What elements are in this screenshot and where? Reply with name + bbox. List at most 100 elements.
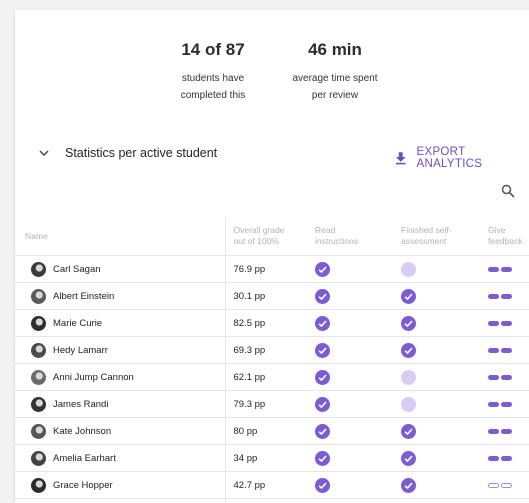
cell-name: James Randi — [15, 390, 225, 418]
export-analytics-label: EXPORT ANALYTICS — [416, 146, 483, 170]
cell-feedback — [488, 444, 529, 472]
checkmark-icon — [318, 373, 327, 381]
search-icon[interactable] — [501, 184, 515, 198]
stat-completed: 14 of 87 students have completed this — [153, 40, 273, 104]
student-name[interactable]: Carl Sagan — [53, 264, 101, 275]
table-row[interactable]: Carl Sagan 76.9 pp — [15, 255, 529, 283]
avatar — [31, 288, 46, 304]
cell-grade: 62.1 pp — [224, 363, 315, 391]
checkmark-icon — [404, 427, 413, 435]
cell-feedback — [488, 282, 529, 310]
cell-name: Marie Curie — [15, 309, 225, 337]
header-read-line2: instructions — [315, 236, 358, 246]
header-grade[interactable]: Overall grade out of 100% — [224, 217, 315, 256]
checkmark-icon — [318, 454, 327, 462]
section-toggle[interactable]: Statistics per active student — [37, 146, 217, 160]
stat-avg-time-line1: average time spent — [292, 73, 378, 84]
cell-self-assessment — [401, 309, 488, 337]
self-assessment-complete-icon — [401, 477, 416, 493]
self-assessment-complete-icon — [401, 450, 416, 466]
read-complete-icon — [315, 288, 330, 304]
table-row[interactable]: James Randi 79.3 pp — [15, 390, 529, 418]
cell-name: Anni Jump Cannon — [15, 363, 225, 391]
stat-completed-line1: students have — [181, 73, 245, 84]
header-name[interactable]: Name — [15, 217, 225, 256]
table-row[interactable]: Neil DeGrasse Tyson14 pp — [15, 498, 529, 503]
export-analytics-button[interactable]: EXPORT ANALYTICS — [395, 146, 529, 170]
cell-feedback — [488, 309, 529, 337]
table-row[interactable]: Hedy Lamarr 69.3 pp — [15, 336, 529, 364]
feedback-progress-icon — [488, 428, 529, 434]
feedback-progress-icon — [488, 455, 529, 461]
cell-self-assessment — [401, 363, 488, 391]
feedback-progress-icon — [488, 374, 529, 380]
student-name[interactable]: Anni Jump Cannon — [53, 372, 134, 383]
avatar — [31, 369, 46, 385]
checkmark-icon — [318, 265, 327, 273]
cell-self-assessment — [401, 444, 488, 472]
self-assessment-complete-icon — [401, 315, 416, 331]
checkmark-icon — [318, 292, 327, 300]
cell-read — [315, 255, 401, 283]
cell-self-assessment — [401, 282, 488, 310]
checkmark-icon — [404, 346, 413, 354]
header-give[interactable]: Give feedback — [488, 217, 529, 256]
read-complete-icon — [315, 369, 330, 385]
feedback-progress-icon — [488, 347, 529, 353]
student-name[interactable]: Marie Curie — [53, 318, 102, 329]
cell-read — [315, 309, 401, 337]
student-name[interactable]: James Randi — [53, 399, 108, 410]
cell-feedback — [488, 336, 529, 364]
student-name[interactable]: Amelia Earhart — [53, 453, 116, 464]
cell-grade: 79.3 pp — [224, 390, 315, 418]
cell-self-assessment — [401, 498, 488, 503]
cell-self-assessment — [401, 471, 488, 499]
checkmark-icon — [318, 400, 327, 408]
cell-grade: 34 pp — [224, 444, 315, 472]
stat-completed-label: students have completed this — [153, 70, 273, 104]
feedback-progress-icon — [488, 293, 529, 299]
table-row[interactable]: Marie Curie 82.5 pp — [15, 309, 529, 337]
checkmark-icon — [404, 481, 413, 489]
read-complete-icon — [315, 261, 330, 277]
cell-name: Neil DeGrasse Tyson — [15, 498, 225, 503]
student-name[interactable]: Grace Hopper — [53, 480, 113, 491]
avatar — [31, 423, 46, 439]
read-complete-icon — [315, 315, 330, 331]
cell-grade: 69.3 pp — [224, 336, 315, 364]
cell-grade: 30.1 pp — [224, 282, 315, 310]
cell-feedback — [488, 498, 529, 503]
cell-name: Albert Einstein — [15, 282, 225, 310]
table-row[interactable]: Kate Johnson 80 pp — [15, 417, 529, 445]
student-name[interactable]: Hedy Lamarr — [53, 345, 108, 356]
header-read[interactable]: Read instructions — [315, 217, 401, 256]
self-assessment-pending-icon — [401, 261, 416, 277]
student-name[interactable]: Albert Einstein — [53, 291, 114, 302]
cell-read — [315, 336, 401, 364]
self-assessment-pending-icon — [401, 369, 416, 385]
cell-grade: 42.7 pp — [224, 471, 315, 499]
cell-name: Carl Sagan — [15, 255, 225, 283]
header-self-line1: Finished self- — [401, 225, 452, 235]
stat-completed-line2: completed this — [180, 90, 246, 101]
checkmark-icon — [404, 319, 413, 327]
read-complete-icon — [315, 396, 330, 412]
section-title: Statistics per active student — [65, 146, 218, 160]
cell-read — [315, 282, 401, 310]
stat-avg-time: 46 min average time spent per review — [275, 40, 395, 104]
avatar — [31, 315, 46, 331]
self-assessment-complete-icon — [401, 342, 416, 358]
header-self[interactable]: Finished self-assessment — [401, 217, 488, 256]
student-name[interactable]: Kate Johnson — [53, 426, 111, 437]
stat-avg-time-value: 46 min — [308, 40, 362, 59]
table-row[interactable]: Anni Jump Cannon 62.1 pp — [15, 363, 529, 391]
table-row[interactable]: Amelia Earhart 34 pp — [15, 444, 529, 472]
table-row[interactable]: Albert Einstein 30.1 pp — [15, 282, 529, 310]
header-grade-line1: Overall grade — [233, 225, 285, 235]
cell-grade: 14 pp — [224, 498, 315, 503]
self-assessment-complete-icon — [401, 288, 416, 304]
cell-grade: 80 pp — [224, 417, 315, 445]
table-row[interactable]: Grace Hopper 42.7 pp — [15, 471, 529, 499]
cell-name: Grace Hopper — [15, 471, 225, 499]
cell-read — [315, 498, 401, 503]
